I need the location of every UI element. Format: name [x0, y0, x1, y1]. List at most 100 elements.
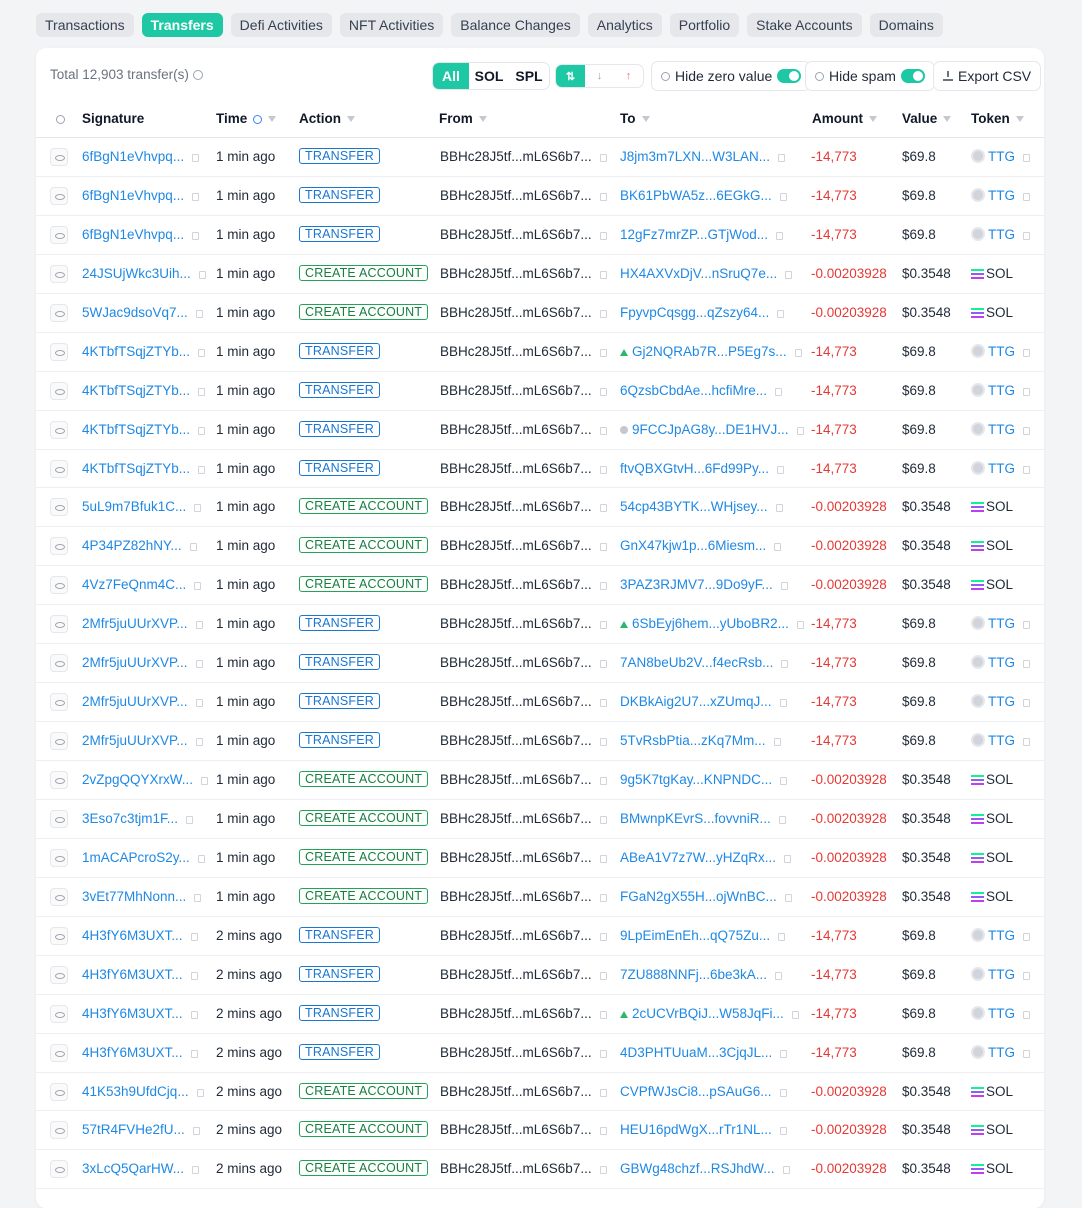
- copy-icon[interactable]: [1023, 231, 1030, 240]
- signature-link[interactable]: 5uL9m7Bfuk1C...: [82, 499, 186, 514]
- toggle-switch-icon[interactable]: [777, 69, 802, 83]
- signature-link[interactable]: 4H3fY6M3UXT...: [82, 928, 183, 943]
- copy-icon[interactable]: [195, 621, 203, 630]
- export-csv-button[interactable]: Export CSV: [933, 61, 1042, 91]
- copy-icon[interactable]: [599, 932, 607, 941]
- copy-icon[interactable]: [796, 426, 804, 435]
- copy-icon[interactable]: [599, 582, 607, 591]
- from-address[interactable]: BBHc28J5tf...mL6S6b7...: [440, 694, 592, 709]
- to-address-link[interactable]: BK61PbWA5z...6EGkG...: [620, 188, 772, 203]
- tab-stake-accounts[interactable]: Stake Accounts: [747, 13, 862, 37]
- token-symbol[interactable]: SOL: [986, 811, 1013, 826]
- copy-icon[interactable]: [775, 971, 783, 980]
- to-address-link[interactable]: ABeA1V7z7W...yHZqRx...: [620, 850, 776, 865]
- copy-icon[interactable]: [1023, 387, 1030, 396]
- to-address-link[interactable]: Gj2NQRAb7R...P5Eg7s...: [632, 344, 787, 359]
- copy-icon[interactable]: [186, 815, 194, 824]
- copy-icon[interactable]: [192, 154, 200, 162]
- signature-link[interactable]: 4KTbfTSqjZTYb...: [82, 461, 190, 476]
- token-symbol[interactable]: SOL: [986, 1084, 1013, 1099]
- from-address[interactable]: BBHc28J5tf...mL6S6b7...: [440, 577, 592, 592]
- to-address-link[interactable]: HEU16pdWgX...rTr1NL...: [620, 1122, 772, 1137]
- to-address-link[interactable]: GBWg48chzf...RSJhdW...: [620, 1161, 775, 1176]
- to-address-link[interactable]: 9FCCJpAG8y...DE1HVJ...: [632, 422, 789, 437]
- copy-icon[interactable]: [1023, 621, 1030, 630]
- copy-icon[interactable]: [773, 738, 781, 747]
- copy-icon[interactable]: [1023, 426, 1030, 435]
- copy-icon[interactable]: [778, 815, 786, 824]
- copy-icon[interactable]: [198, 465, 206, 474]
- copy-icon[interactable]: [190, 932, 198, 941]
- copy-icon[interactable]: [599, 699, 607, 708]
- signature-link[interactable]: 2Mfr5juUUrXVP...: [82, 655, 188, 670]
- signature-link[interactable]: 2Mfr5juUUrXVP...: [82, 616, 188, 631]
- copy-icon[interactable]: [780, 582, 788, 591]
- token-cell[interactable]: TTG: [971, 722, 1043, 760]
- signature-link[interactable]: 4H3fY6M3UXT...: [82, 1006, 183, 1021]
- copy-icon[interactable]: [784, 893, 792, 902]
- hide-zero-value-toggle[interactable]: Hide zero value: [651, 61, 812, 91]
- copy-icon[interactable]: [1023, 1049, 1030, 1058]
- from-address[interactable]: BBHc28J5tf...mL6S6b7...: [440, 188, 592, 203]
- from-address[interactable]: BBHc28J5tf...mL6S6b7...: [440, 227, 592, 242]
- copy-icon[interactable]: [791, 1010, 799, 1019]
- copy-icon[interactable]: [780, 777, 788, 785]
- token-cell[interactable]: TTG: [971, 333, 1043, 371]
- token-symbol[interactable]: TTG: [988, 422, 1015, 437]
- signature-link[interactable]: 4H3fY6M3UXT...: [82, 967, 183, 982]
- copy-icon[interactable]: [599, 543, 607, 552]
- signature-link[interactable]: 2Mfr5juUUrXVP...: [82, 694, 188, 709]
- copy-icon[interactable]: [599, 426, 607, 435]
- from-address[interactable]: BBHc28J5tf...mL6S6b7...: [440, 1045, 592, 1060]
- token-cell[interactable]: SOL: [971, 1150, 1043, 1188]
- copy-icon[interactable]: [784, 854, 792, 863]
- eye-icon[interactable]: [50, 965, 68, 984]
- token-symbol[interactable]: SOL: [986, 577, 1013, 592]
- both-directions-icon[interactable]: ⇅: [556, 65, 585, 87]
- token-cell[interactable]: TTG: [971, 644, 1043, 682]
- copy-icon[interactable]: [1023, 971, 1030, 980]
- signature-link[interactable]: 4KTbfTSqjZTYb...: [82, 344, 190, 359]
- token-cell[interactable]: SOL: [971, 294, 1043, 332]
- from-address[interactable]: BBHc28J5tf...mL6S6b7...: [440, 1122, 592, 1137]
- eye-icon[interactable]: [50, 771, 68, 789]
- eye-icon[interactable]: [50, 693, 68, 712]
- signature-link[interactable]: 3xLcQ5QarHW...: [82, 1161, 184, 1176]
- eye-icon[interactable]: [50, 186, 68, 205]
- copy-icon[interactable]: [599, 660, 607, 669]
- signature-link[interactable]: 3Eso7c3tjm1F...: [82, 811, 178, 826]
- copy-icon[interactable]: [1023, 932, 1030, 941]
- tab-analytics[interactable]: Analytics: [587, 13, 662, 37]
- eye-icon[interactable]: [50, 1160, 68, 1179]
- to-address-link[interactable]: 3PAZ3RJMV7...9Do9yF...: [620, 577, 773, 592]
- copy-icon[interactable]: [599, 777, 607, 785]
- copy-icon[interactable]: [775, 504, 783, 513]
- eye-icon[interactable]: [50, 264, 68, 283]
- token-cell[interactable]: TTG: [971, 411, 1043, 449]
- to-address-link[interactable]: 12gFz7mrZP...GTjWod...: [620, 227, 768, 242]
- copy-icon[interactable]: [1023, 348, 1030, 357]
- copy-icon[interactable]: [779, 1088, 787, 1097]
- token-symbol[interactable]: SOL: [986, 1161, 1013, 1176]
- token-cell[interactable]: SOL: [971, 255, 1043, 293]
- copy-icon[interactable]: [197, 854, 205, 863]
- from-address[interactable]: BBHc28J5tf...mL6S6b7...: [440, 1161, 592, 1176]
- token-cell[interactable]: SOL: [971, 488, 1043, 526]
- token-cell[interactable]: TTG: [971, 605, 1043, 643]
- filter-icon[interactable]: [347, 116, 355, 122]
- copy-icon[interactable]: [780, 1049, 788, 1058]
- from-address[interactable]: BBHc28J5tf...mL6S6b7...: [440, 305, 592, 320]
- copy-icon[interactable]: [198, 387, 206, 396]
- signature-link[interactable]: 6fBgN1eVhvpq...: [82, 188, 184, 203]
- copy-icon[interactable]: [192, 1166, 200, 1175]
- signature-link[interactable]: 5WJac9dsoVq7...: [82, 305, 188, 320]
- tab-balance-changes[interactable]: Balance Changes: [451, 13, 580, 37]
- token-cell[interactable]: TTG: [971, 1034, 1043, 1072]
- copy-icon[interactable]: [782, 1166, 790, 1175]
- filter-icon[interactable]: [641, 116, 650, 122]
- copy-icon[interactable]: [599, 192, 607, 201]
- token-cell[interactable]: TTG: [971, 216, 1043, 254]
- from-address[interactable]: BBHc28J5tf...mL6S6b7...: [440, 461, 592, 476]
- copy-icon[interactable]: [599, 387, 607, 396]
- from-address[interactable]: BBHc28J5tf...mL6S6b7...: [440, 967, 592, 982]
